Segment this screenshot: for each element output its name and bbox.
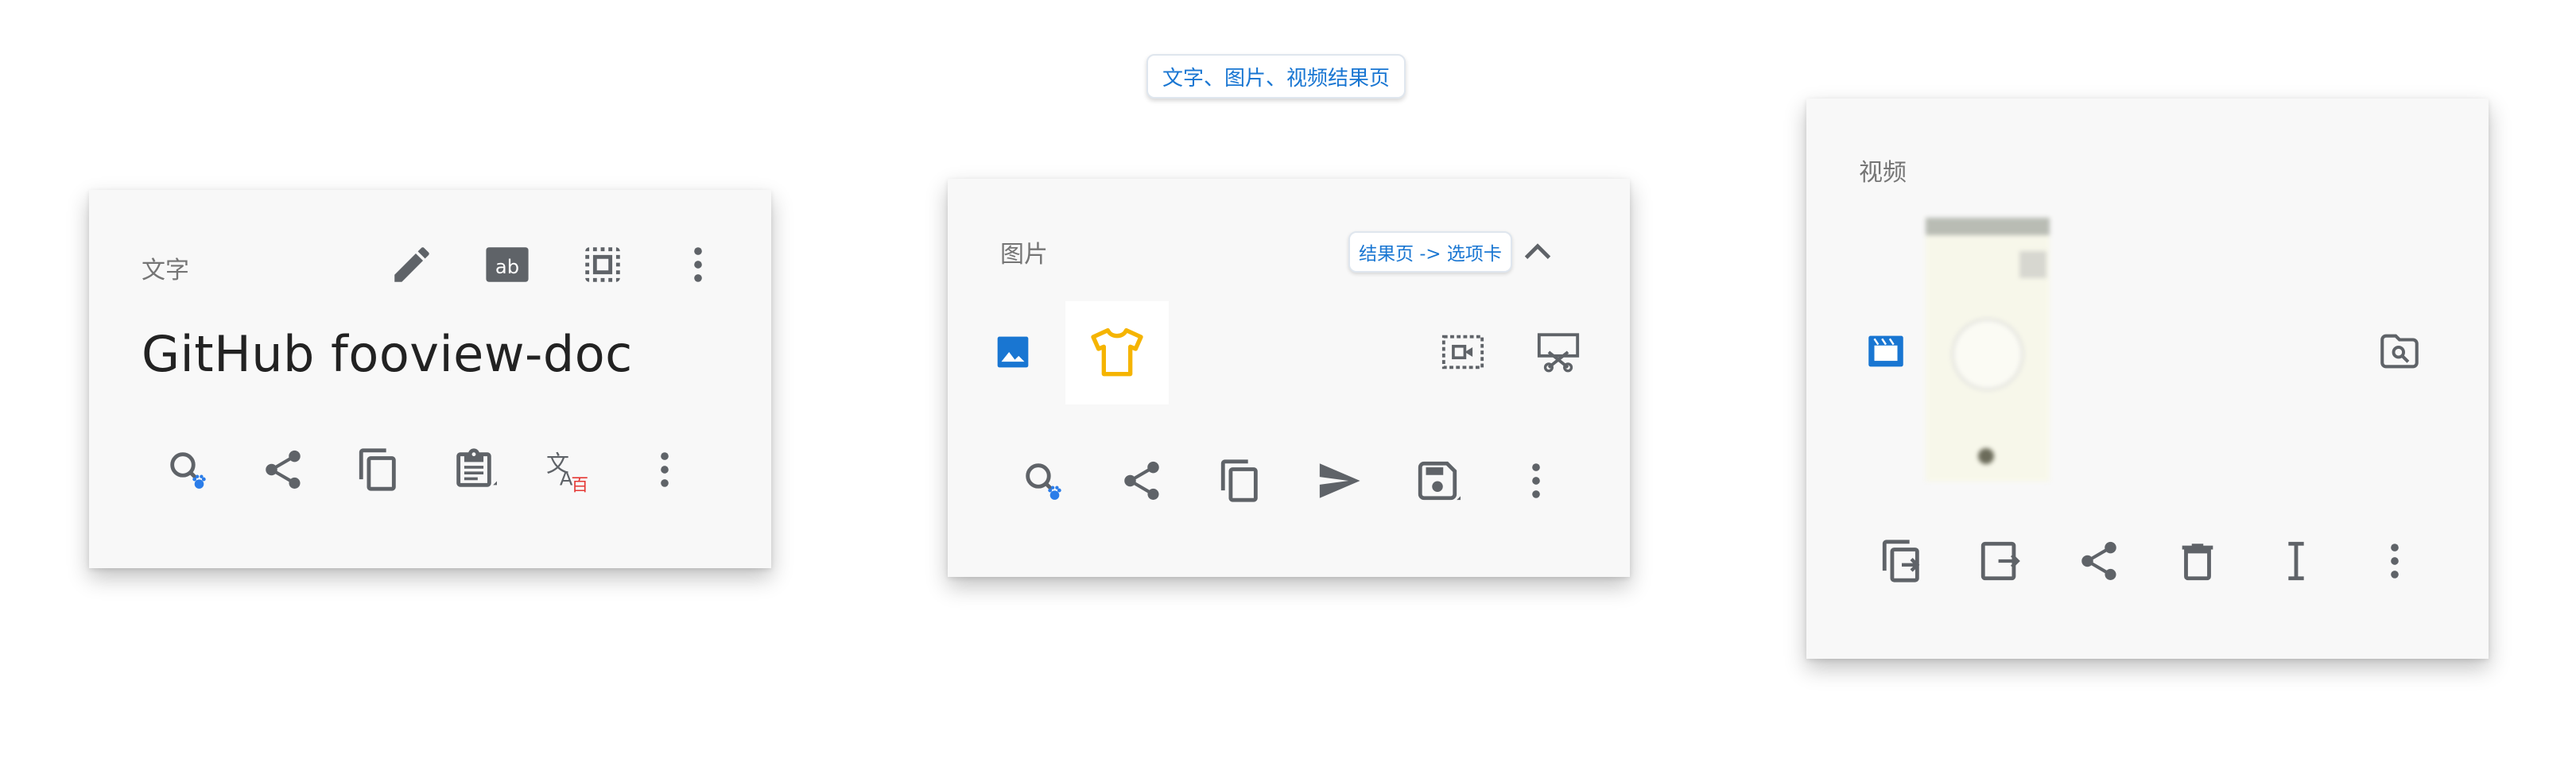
- delete-icon[interactable]: [2172, 536, 2223, 586]
- copy-icon[interactable]: [353, 444, 404, 495]
- thumbnail-square: [2019, 251, 2046, 278]
- share-icon[interactable]: [258, 444, 308, 495]
- shirt-tile[interactable]: [1065, 301, 1169, 404]
- share-icon[interactable]: [2074, 536, 2124, 586]
- share-icon[interactable]: [1116, 455, 1167, 506]
- more-vert-icon[interactable]: [2369, 536, 2420, 586]
- card-title: 图片: [1000, 241, 1048, 269]
- shirt-icon: [1081, 317, 1153, 389]
- select-area-icon[interactable]: [577, 239, 628, 290]
- more-vert-icon[interactable]: [673, 239, 724, 290]
- pencil-icon[interactable]: [386, 239, 437, 290]
- thumbnail-header: [1926, 218, 2050, 235]
- ab-icon[interactable]: ab: [482, 239, 533, 290]
- search-baidu-icon[interactable]: [162, 444, 213, 495]
- result-pages-label: 文字、图片、视频结果页: [1146, 54, 1406, 99]
- card-title: 文字: [142, 257, 189, 284]
- screenshot-cut-icon[interactable]: [1533, 327, 1584, 377]
- video-thumbnail[interactable]: [1926, 218, 2050, 482]
- svg-text:ab: ab: [495, 256, 519, 278]
- folder-search-icon[interactable]: [2374, 326, 2425, 377]
- text-result-card: 文字 ab GitHub fooview-doc 文A百: [89, 190, 771, 568]
- video-frame-icon[interactable]: [1437, 327, 1488, 377]
- save-icon[interactable]: [1412, 455, 1463, 506]
- search-baidu-icon[interactable]: [1018, 455, 1069, 506]
- card-title: 视频: [1859, 159, 1907, 187]
- recognized-text[interactable]: GitHub fooview-doc: [142, 325, 633, 383]
- tab-label: 结果页 -> 选项卡: [1348, 231, 1512, 273]
- translate-badge: 百: [571, 476, 588, 493]
- video-result-card: 视频: [1806, 99, 2489, 659]
- movie-icon[interactable]: [1860, 326, 1911, 377]
- send-icon[interactable]: [1313, 455, 1364, 506]
- clipboard-icon[interactable]: [448, 444, 499, 495]
- copy-icon[interactable]: [1215, 455, 1266, 506]
- translate-baidu-icon[interactable]: 文A百: [544, 444, 595, 495]
- thumbnail-dot: [1978, 448, 1994, 464]
- chevron-up-icon[interactable]: [1512, 226, 1563, 277]
- more-vert-icon[interactable]: [1511, 455, 1562, 506]
- copy-to-icon[interactable]: [1876, 536, 1927, 586]
- thumbnail-circle: [1951, 318, 2024, 391]
- image-result-card: 图片 结果页 -> 选项卡: [948, 179, 1630, 577]
- move-to-icon[interactable]: [1975, 536, 2026, 586]
- more-vert-icon[interactable]: [639, 444, 690, 495]
- text-cursor-icon[interactable]: [2271, 536, 2322, 586]
- image-icon[interactable]: [987, 327, 1038, 377]
